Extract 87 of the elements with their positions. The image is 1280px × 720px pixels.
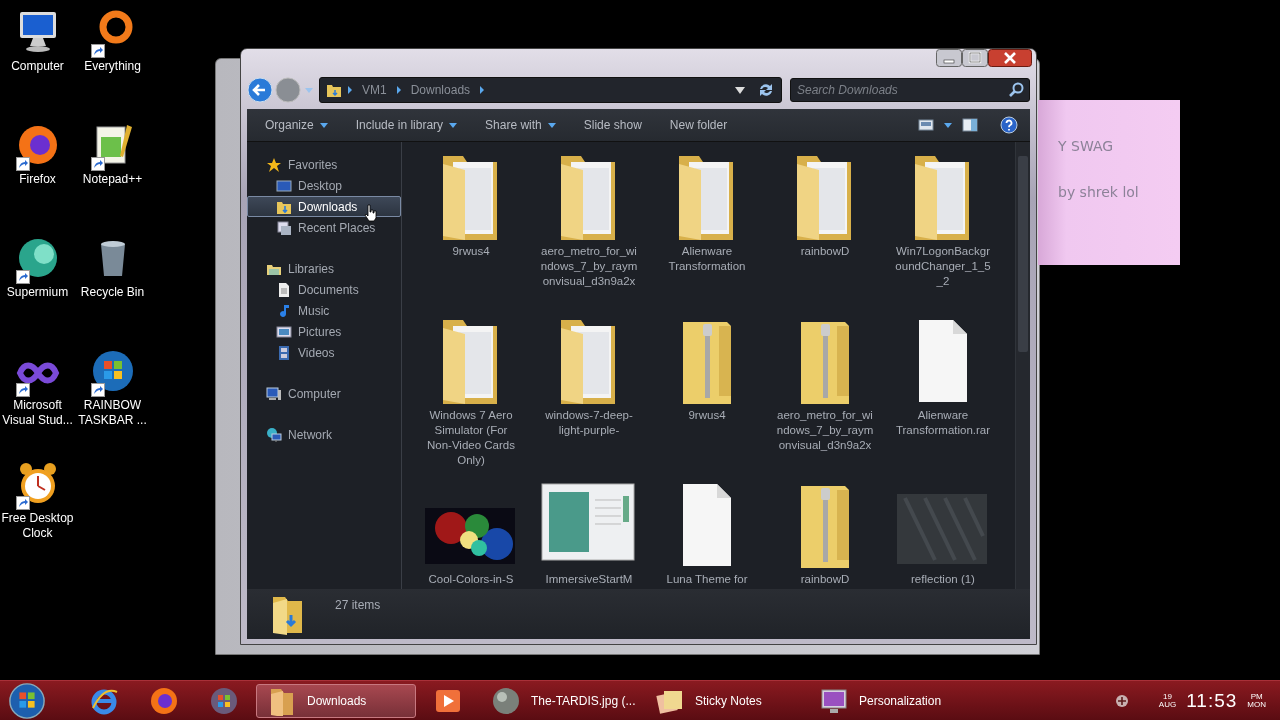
file-name[interactable]: Luna Theme for (657, 572, 757, 587)
toolbar-button[interactable]: Include in library (343, 114, 470, 136)
file-name[interactable]: Alienware Transformation (657, 244, 757, 274)
search-field[interactable]: Search Downloads (790, 78, 1030, 102)
icon-label[interactable]: Supermium (0, 285, 75, 300)
file-name[interactable]: 9rwus4 (421, 244, 521, 259)
icon-label[interactable]: Firefox (0, 172, 75, 187)
close-icon[interactable] (988, 49, 1032, 67)
nav-item[interactable]: Downloads (247, 196, 401, 217)
nav-item[interactable]: Documents (247, 279, 401, 300)
icon-label[interactable]: Recycle Bin (75, 285, 150, 300)
icon-label[interactable]: RAINBOW TASKBAR ... (75, 398, 150, 428)
desktop-icon (276, 177, 292, 194)
scrollbar[interactable] (1015, 142, 1030, 589)
network-icon (266, 426, 282, 443)
file-name[interactable]: ImmersiveStartM (539, 572, 639, 587)
nav-item[interactable]: Network (247, 424, 401, 445)
picture-icon (276, 323, 292, 340)
help-icon[interactable] (1000, 116, 1018, 134)
hand-cursor-icon (364, 204, 378, 222)
fox-globe-icon (149, 685, 179, 716)
nav-item[interactable]: Computer (247, 383, 401, 404)
video-icon (276, 344, 292, 361)
round-image-icon (491, 685, 521, 716)
search-icon[interactable] (1008, 82, 1024, 98)
computer-icon (266, 385, 282, 402)
icon-label[interactable]: Free Desktop Clock (0, 511, 75, 541)
back-icon[interactable] (247, 77, 273, 103)
address-bar[interactable]: VM1 Downloads (319, 77, 782, 103)
taskbar-button[interactable]: Downloads (256, 683, 416, 718)
nav-item[interactable]: Music (247, 300, 401, 321)
icon-label[interactable]: Computer (0, 59, 75, 74)
caret-icon[interactable] (944, 122, 952, 128)
item-count: 27 items (335, 598, 381, 612)
scrollbar-thumb[interactable] (1018, 156, 1028, 352)
icon-label[interactable]: Everything (75, 59, 150, 74)
toolbar-button[interactable]: Organize (253, 114, 340, 136)
file-name[interactable]: Win7LogonBackgroundChanger_1_5_2 (893, 244, 993, 289)
nav-item[interactable]: Desktop (247, 175, 401, 196)
windows-orb-icon (209, 685, 239, 716)
recent-places-icon (276, 219, 292, 236)
document-icon (276, 281, 292, 298)
file-name[interactable]: windows-7-deep-light-purple- (539, 408, 639, 438)
taskbar-button[interactable]: The-TARDIS.jpg (... (480, 683, 640, 718)
nav-item[interactable]: Pictures (247, 321, 401, 342)
taskbar-button[interactable]: Sticky Notes (644, 683, 804, 718)
clock-weekday: MON (1247, 700, 1266, 709)
file-name[interactable]: Alienware Transformation.rar (893, 408, 993, 438)
file-name[interactable]: rainbowD (775, 572, 875, 587)
file-name[interactable]: Cool-Colors-in-S (421, 572, 521, 587)
clock-period: PM (1250, 692, 1263, 701)
chevron-icon[interactable] (396, 86, 401, 94)
clock-time[interactable]: 11:53 (1186, 689, 1238, 712)
clock-month: AUG (1158, 700, 1177, 709)
nav-item[interactable]: Recent Places (247, 217, 401, 238)
toolbar-button[interactable]: Share with (473, 114, 568, 136)
chevron-icon[interactable] (348, 86, 352, 94)
nav-item[interactable]: Videos (247, 342, 401, 363)
nav-item[interactable]: Favorites (247, 154, 401, 175)
file-name[interactable]: aero_metro_for_windows_7_by_raymonvisual_d3n9a2x (539, 244, 639, 289)
dropdown-icon[interactable] (735, 86, 745, 94)
note-text: by shrek lol (1058, 184, 1140, 200)
start-button[interactable] (8, 681, 46, 720)
file-name[interactable]: reflection (1) (893, 572, 993, 587)
taskbar-button[interactable]: Personalization (808, 683, 968, 718)
file-name[interactable]: rainbowD (775, 244, 875, 259)
preview-pane-icon[interactable] (962, 118, 978, 132)
file-name[interactable]: Windows 7 Aero Simulator (For Non-Video Cards Only) (421, 408, 521, 468)
folder-icon (326, 82, 342, 98)
icon-label[interactable]: Microsoft Visual Stud... (0, 398, 75, 428)
breadcrumb[interactable]: Downloads (410, 83, 471, 97)
toolbar-button[interactable]: New folder (657, 114, 740, 136)
file-name[interactable]: aero_metro_for_windows_7_by_raymonvisual_d3n9a2x (775, 408, 875, 453)
minimize-icon[interactable] (936, 49, 962, 67)
refresh-icon[interactable] (757, 81, 775, 99)
star-icon (266, 156, 282, 173)
breadcrumb[interactable]: VM1 (362, 83, 387, 97)
chevron-icon[interactable] (480, 86, 485, 94)
clock-day: 19 (1163, 692, 1172, 701)
view-icon[interactable] (918, 118, 934, 132)
plus-icon[interactable] (1114, 693, 1129, 708)
note-text: Y SWAG (1058, 138, 1115, 154)
maximize-icon[interactable] (962, 49, 988, 67)
toolbar-button[interactable]: Slide show (571, 114, 654, 136)
nav-item[interactable]: Libraries (247, 258, 401, 279)
file-name[interactable]: 9rwus4 (657, 408, 757, 423)
icon-label[interactable]: Notepad++ (75, 172, 150, 187)
